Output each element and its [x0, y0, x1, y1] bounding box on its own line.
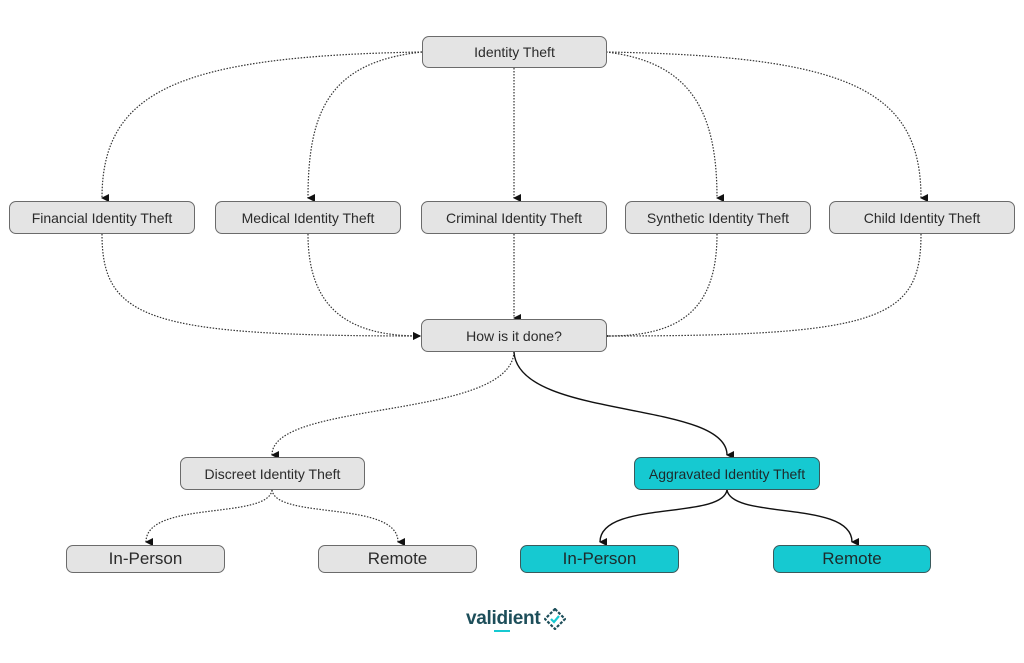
logo-text: validient [466, 608, 541, 632]
edge-aggravated-inperson [599, 489, 728, 547]
logo-underline [494, 630, 510, 632]
node-synthetic-identity-theft: Synthetic Identity Theft [625, 201, 811, 234]
edge-root-child [605, 51, 929, 202]
edge-synthetic-how [600, 233, 718, 341]
edge-root-medical [307, 51, 423, 203]
edge-financial-how [101, 233, 421, 340]
node-medical-identity-theft: Medical Identity Theft [215, 201, 401, 234]
node-identity-theft: Identity Theft [422, 36, 607, 68]
edge-how-aggravated [513, 351, 735, 459]
edge-root-financial [101, 51, 423, 203]
node-aggravated-identity-theft: Aggravated Identity Theft [634, 457, 820, 490]
edge-discreet-inperson [145, 489, 273, 547]
node-discreet-remote: Remote [318, 545, 477, 573]
node-aggravated-remote: Remote [773, 545, 931, 573]
node-child-identity-theft: Child Identity Theft [829, 201, 1015, 234]
node-aggravated-in-person: In-Person [520, 545, 679, 573]
validient-logo: validient [466, 608, 567, 632]
edge-root-synthetic [605, 51, 725, 202]
node-how-is-it-done: How is it done? [421, 319, 607, 352]
edge-discreet-remote [271, 489, 406, 546]
node-discreet-identity-theft: Discreet Identity Theft [180, 457, 365, 490]
node-criminal-identity-theft: Criminal Identity Theft [421, 201, 607, 234]
edge-medical-how [307, 233, 421, 340]
validient-diamond-icon [544, 608, 567, 630]
edge-aggravated-remote [726, 489, 860, 546]
edge-child-how [600, 233, 922, 341]
node-discreet-in-person: In-Person [66, 545, 225, 573]
node-financial-identity-theft: Financial Identity Theft [9, 201, 195, 234]
edge-how-discreet [271, 351, 515, 460]
